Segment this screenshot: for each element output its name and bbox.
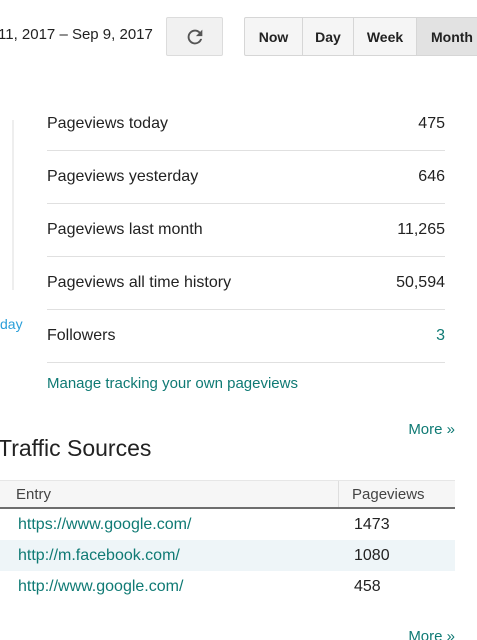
more-link-traffic[interactable]: More »	[408, 628, 455, 640]
range-button-now[interactable]: Now	[245, 18, 303, 55]
range-button-month[interactable]: Month	[417, 18, 477, 55]
refresh-button[interactable]	[166, 17, 223, 56]
stat-label: Pageviews last month	[47, 221, 203, 238]
traffic-sources-title: Traffic Sources	[0, 435, 152, 461]
stat-row-today: Pageviews today 475	[47, 98, 445, 151]
stat-row-followers: Followers 3	[47, 310, 445, 363]
stat-value: 646	[418, 168, 445, 185]
date-range-label: 11, 2017 – Sep 9, 2017	[0, 26, 153, 43]
pageviews-cell: 458	[354, 577, 381, 595]
range-selector: Now Day Week Month	[244, 17, 477, 56]
entry-link[interactable]: http://m.facebook.com/	[0, 547, 338, 565]
left-panel-day-label: day	[0, 316, 23, 332]
stat-label: Pageviews yesterday	[47, 168, 199, 185]
pageviews-cell: 1473	[354, 515, 390, 533]
stat-label: Followers	[47, 327, 116, 344]
stat-row-yesterday: Pageviews yesterday 646	[47, 151, 445, 204]
stat-label: Pageviews all time history	[47, 274, 232, 291]
manage-tracking-link[interactable]: Manage tracking your own pageviews	[47, 375, 298, 392]
table-header: Entry Pageviews	[0, 481, 455, 509]
column-header-pageviews: Pageviews	[338, 481, 455, 507]
pageviews-cell: 1080	[354, 546, 390, 564]
range-button-week[interactable]: Week	[354, 18, 417, 55]
table-row: http://www.google.com/ 458	[0, 571, 455, 602]
stat-row-last-month: Pageviews last month 11,265	[47, 204, 445, 257]
entry-link[interactable]: http://www.google.com/	[0, 578, 338, 596]
stats-list: Pageviews today 475 Pageviews yesterday …	[47, 98, 445, 363]
more-link-stats[interactable]: More »	[408, 421, 455, 438]
stat-value: 50,594	[396, 274, 445, 291]
stat-value: 11,265	[397, 221, 445, 238]
table-row: http://m.facebook.com/ 1080	[0, 540, 455, 571]
left-panel-edge	[0, 120, 14, 290]
stat-value: 475	[418, 115, 445, 132]
refresh-icon	[184, 26, 206, 48]
table-row: https://www.google.com/ 1473	[0, 509, 455, 540]
entry-link[interactable]: https://www.google.com/	[0, 516, 338, 534]
followers-count-link[interactable]: 3	[436, 327, 445, 345]
range-button-day[interactable]: Day	[303, 18, 354, 55]
column-header-entry: Entry	[16, 485, 52, 503]
traffic-sources-table: Entry Pageviews https://www.google.com/ …	[0, 480, 455, 602]
stat-row-all-time: Pageviews all time history 50,594	[47, 257, 445, 310]
stat-label: Pageviews today	[47, 115, 168, 132]
